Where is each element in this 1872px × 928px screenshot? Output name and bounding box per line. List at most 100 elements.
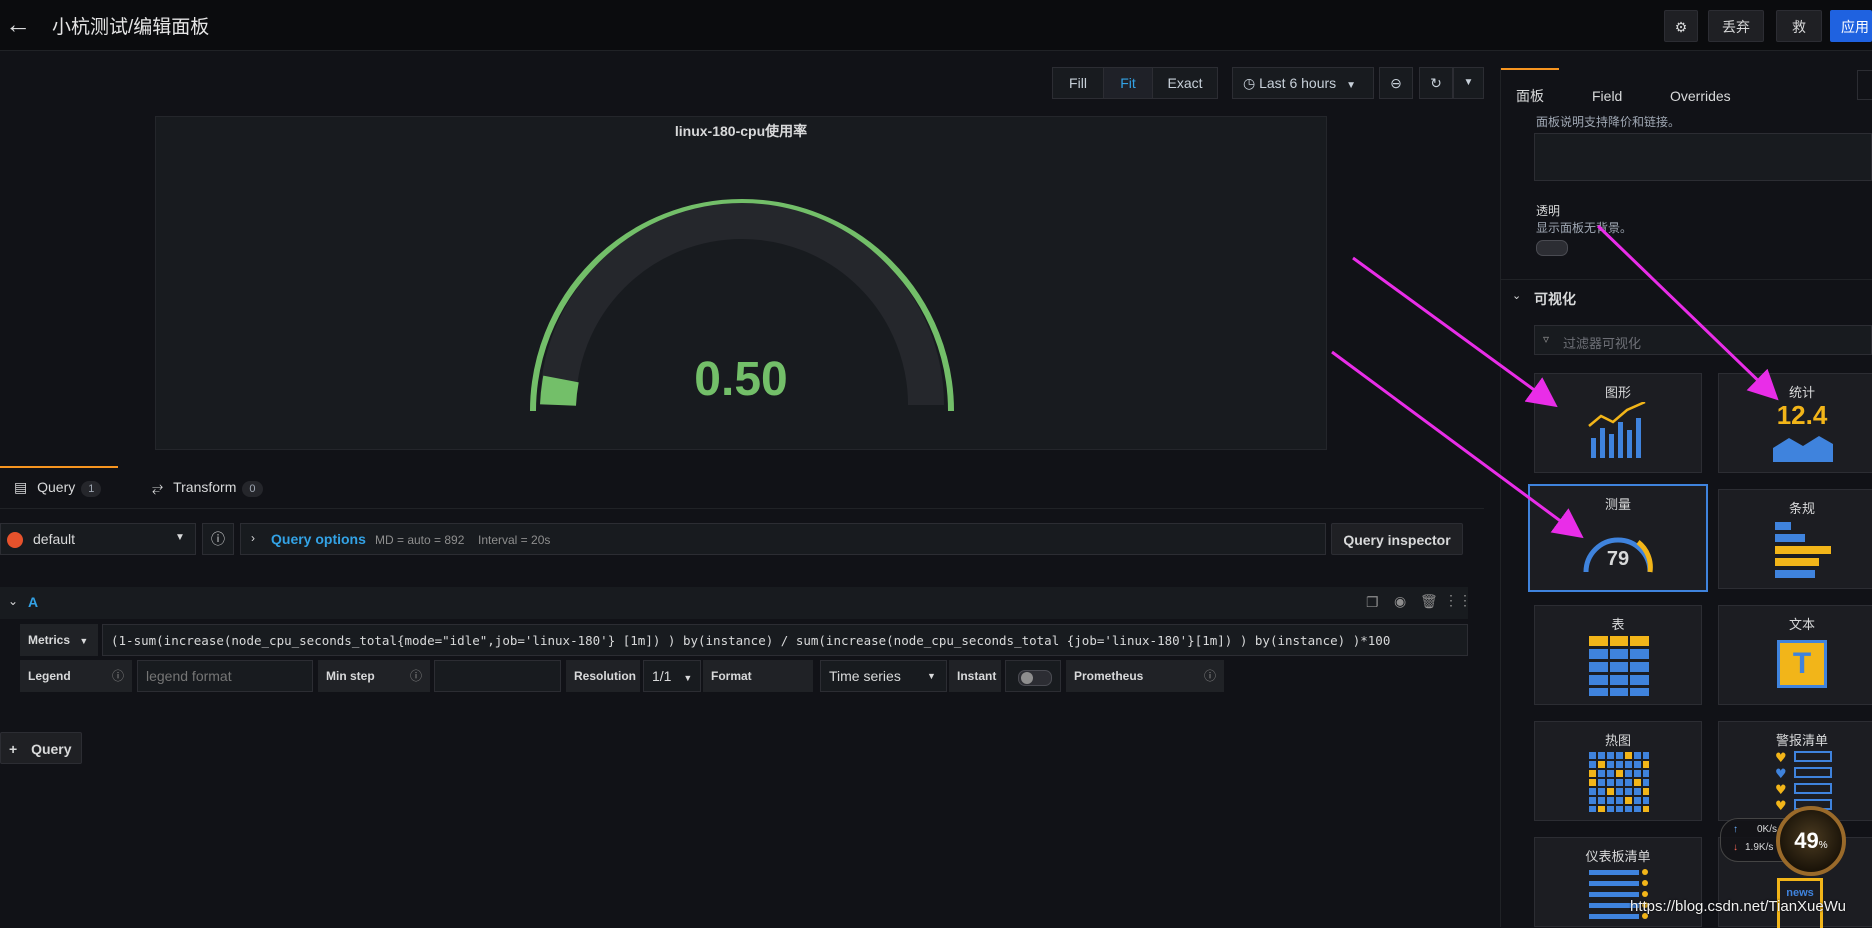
watermark-text: https://blog.csdn.net/TianXueWu [1630, 898, 1846, 915]
legend-format-input[interactable] [137, 660, 313, 692]
heatmap-cell [1607, 788, 1614, 795]
viz-card-stat[interactable]: 统计 12.4 [1718, 373, 1872, 473]
bar-gauge-icon [1775, 522, 1831, 578]
description-hint: 面板说明支持降价和链接。 [1536, 115, 1681, 129]
viz-card-text[interactable]: 文本 T [1718, 605, 1872, 705]
viz-card-table[interactable]: 表 [1534, 605, 1702, 705]
top-bar: ← 小杭测试/编辑面板 ⚙ 丢弃 救 应用 [0, 0, 1872, 51]
viz-collapse-chevron-icon[interactable]: ⌄ [1512, 289, 1521, 302]
heatmap-cell [1643, 806, 1649, 812]
transparent-toggle[interactable] [1536, 240, 1568, 256]
chevron-down-icon: ▼ [683, 673, 693, 683]
tab-query[interactable]: ▤ Query 1 [14, 466, 102, 508]
net-down-value: 1.9K/s [1745, 842, 1774, 853]
settings-gear-icon[interactable]: ⚙ [1664, 10, 1698, 42]
viz-card-bar-gauge[interactable]: 条规 [1718, 489, 1872, 589]
tab-field[interactable]: Field [1592, 78, 1622, 114]
query-row-header: ⌄ A ❐ ◉ 🗑 ⋮⋮ [0, 587, 1472, 619]
metrics-label[interactable]: Metrics ▼ [20, 624, 98, 656]
exact-toggle[interactable]: Exact [1152, 67, 1218, 99]
viz-card-alert-list[interactable]: 警报清单 ♥ ♥ ♥ ♥ [1718, 721, 1872, 821]
description-textarea[interactable] [1534, 133, 1872, 181]
instant-toggle[interactable] [1005, 660, 1061, 692]
heatmap-cell [1634, 788, 1641, 795]
page-title: 小杭测试/编辑面板 [52, 17, 210, 38]
cpu-percent-value: 49 [1794, 828, 1819, 853]
format-label: Format [703, 660, 813, 692]
add-query-button[interactable]: + Query [0, 732, 82, 764]
time-range-picker[interactable]: ◷ Last 6 hours ▼ [1232, 67, 1374, 99]
tab-transform[interactable]: ⥂ Transform 0 [152, 466, 263, 508]
download-arrow-icon: ↓ [1733, 842, 1738, 853]
fit-toggle[interactable]: Fit [1103, 67, 1153, 99]
discard-button[interactable]: 丢弃 [1708, 10, 1764, 42]
tab-panel[interactable]: 面板 [1516, 78, 1544, 114]
viz-card-heatmap[interactable]: 热图 [1534, 721, 1702, 821]
viz-filter-input[interactable]: ▿ 过滤器可视化 [1534, 325, 1872, 355]
heatmap-cell [1643, 797, 1649, 804]
min-step-input[interactable] [434, 660, 561, 692]
heatmap-cell [1589, 788, 1596, 795]
divider [1501, 279, 1872, 280]
viz-card-graph[interactable]: 图形 [1534, 373, 1702, 473]
filter-icon: ▿ [1543, 332, 1550, 346]
refresh-icon[interactable]: ↻ [1419, 67, 1453, 99]
heatmap-cell [1616, 788, 1623, 795]
tab-overrides[interactable]: Overrides [1670, 78, 1731, 114]
toggle-visibility-eye-icon[interactable]: ◉ [1394, 593, 1406, 610]
min-step-label: Min step ⓘ [318, 660, 430, 692]
svg-text:♥: ♥ [1775, 783, 1787, 798]
heatmap-cell [1634, 752, 1641, 759]
alert-list-icon: ♥ ♥ ♥ ♥ [1775, 751, 1832, 812]
query-options-bar[interactable]: › Query options MD = auto = 892 Interval… [240, 523, 1326, 555]
help-icon[interactable]: ⓘ [202, 523, 234, 555]
transparent-label: 透明 [1536, 204, 1561, 218]
drag-handle-icon[interactable]: ⋮⋮ [1444, 592, 1472, 609]
resolution-label: Resolution [566, 660, 640, 692]
heatmap-cell [1607, 779, 1614, 786]
legend-label: Legend ⓘ [20, 660, 132, 692]
heatmap-cell [1598, 752, 1605, 759]
delete-query-icon[interactable]: 🗑 [1420, 593, 1438, 610]
heatmap-cell [1625, 806, 1632, 812]
heatmap-cell [1589, 752, 1596, 759]
collapse-chevron-icon[interactable]: ⌄ [8, 594, 18, 608]
duplicate-query-icon[interactable]: ❐ [1366, 594, 1379, 611]
heatmap-cell [1625, 770, 1632, 777]
query-ref-id[interactable]: A [28, 594, 38, 610]
heatmap-cell [1589, 779, 1596, 786]
format-select[interactable]: Time series ▼ [820, 660, 947, 692]
heatmap-cell [1589, 770, 1596, 777]
metrics-query-input[interactable]: (1-sum(increase(node_cpu_seconds_total{m… [102, 624, 1468, 656]
sidebar-collapse-button[interactable] [1857, 70, 1872, 100]
query-expression-text: (1-sum(increase(node_cpu_seconds_total{m… [111, 633, 1391, 648]
query-options-label: Query options [271, 531, 366, 547]
apply-button[interactable]: 应用 [1830, 10, 1872, 42]
heatmap-cell [1598, 779, 1605, 786]
transparent-hint: 显示面板无背景。 [1536, 221, 1633, 235]
heatmap-cell [1589, 806, 1596, 812]
heatmap-cell [1616, 770, 1623, 777]
text-icon: T [1777, 640, 1827, 688]
query-inspector-button[interactable]: Query inspector [1331, 523, 1463, 555]
resolution-select[interactable]: 1/1 ▼ [643, 660, 701, 692]
fill-toggle[interactable]: Fill [1052, 67, 1104, 99]
heatmap-cell [1589, 797, 1596, 804]
refresh-interval-chevron-icon[interactable]: ▼ [1453, 67, 1484, 99]
instant-label: Instant [949, 660, 1001, 692]
graph-icon [1588, 402, 1646, 458]
heatmap-cell [1616, 761, 1623, 768]
heatmap-cell [1607, 806, 1614, 812]
save-button[interactable]: 救 [1776, 10, 1822, 42]
back-arrow-icon[interactable]: ← [4, 10, 32, 38]
time-range-label: Last 6 hours [1259, 75, 1337, 91]
plus-icon: + [9, 741, 18, 757]
datasource-name: default [33, 531, 76, 547]
heatmap-cell [1616, 779, 1623, 786]
zoom-out-icon[interactable]: ⊖ [1379, 67, 1413, 99]
heatmap-cell [1634, 770, 1641, 777]
chevron-down-icon: ▼ [175, 532, 185, 543]
viz-card-gauge[interactable]: 测量 79 [1528, 484, 1708, 592]
heatmap-cell [1625, 788, 1632, 795]
datasource-picker[interactable]: default ▼ [0, 523, 196, 555]
